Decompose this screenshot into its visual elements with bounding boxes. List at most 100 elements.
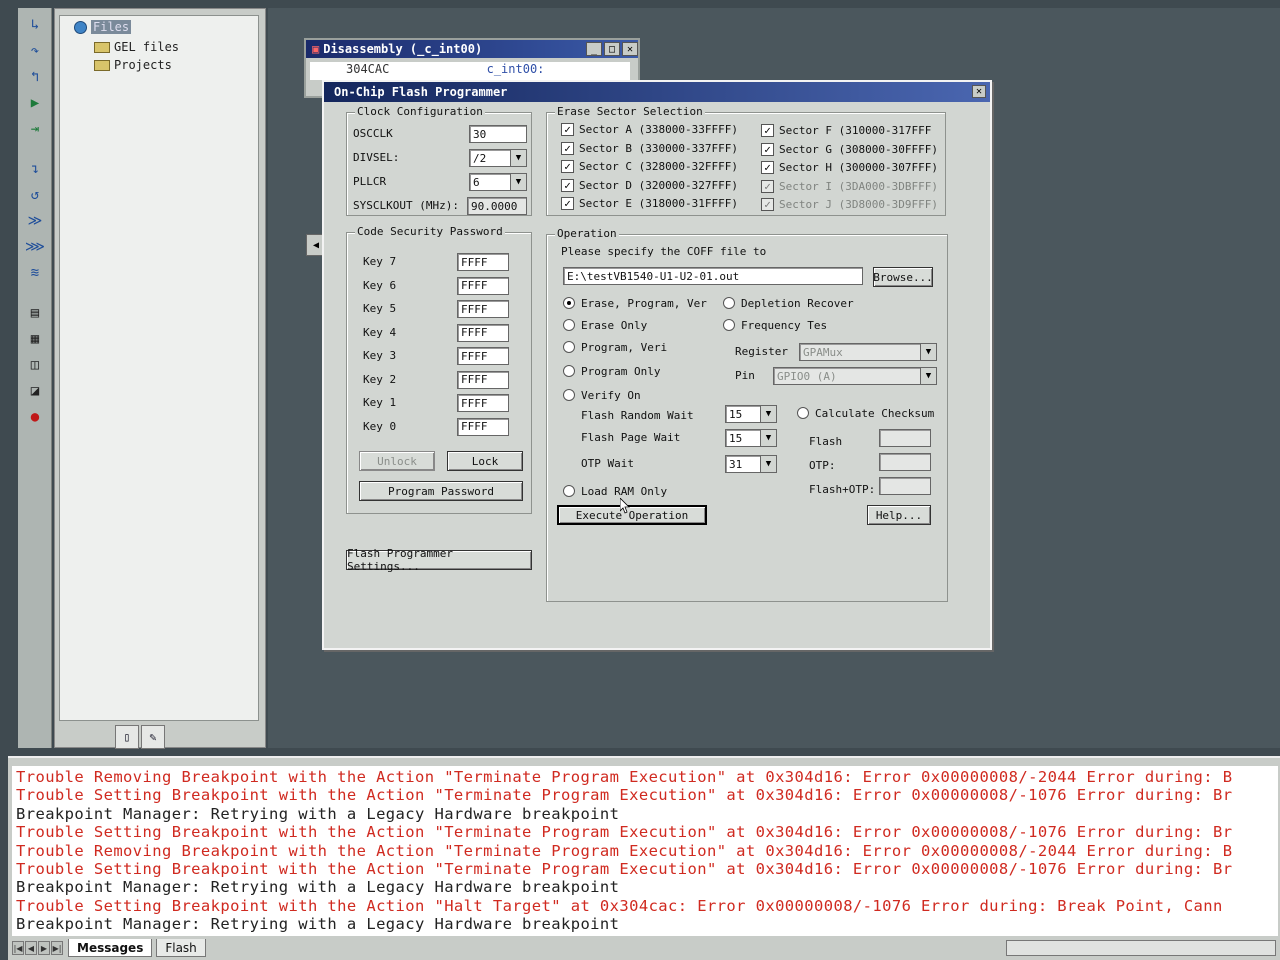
close-icon[interactable]: ✕	[972, 85, 986, 98]
breakpoint-icon[interactable]: ●	[24, 406, 46, 428]
sector-checkbox[interactable]: ✓	[561, 160, 574, 173]
operation-mode-radio[interactable]	[723, 297, 735, 309]
tree-item-label: GEL files	[114, 40, 180, 54]
first-tab-icon[interactable]: |◀	[12, 941, 24, 955]
run-free-icon[interactable]: ≋	[24, 262, 46, 284]
key-input[interactable]: FFFF	[457, 347, 509, 365]
sector-checkbox[interactable]: ✓	[561, 123, 574, 136]
register-label: Register	[735, 345, 788, 358]
prev-tab-icon[interactable]: ◀	[25, 941, 37, 955]
tree-item-projects[interactable]: Projects	[94, 58, 172, 72]
key-input[interactable]: FFFF	[457, 370, 509, 389]
chevron-down-icon[interactable]: ▼	[760, 430, 776, 446]
memory-icon[interactable]: ▤	[24, 302, 46, 324]
divsel-select[interactable]: /2 ▼	[469, 149, 527, 167]
key-input[interactable]: FFFF	[457, 417, 509, 436]
key-input[interactable]: FFFF	[457, 394, 509, 412]
sector-checkbox[interactable]: ✓	[561, 178, 574, 192]
program-password-button[interactable]: Program Password	[359, 481, 523, 501]
flash-page-wait-select[interactable]: 15 ▼	[725, 429, 777, 447]
flash-programmer-dialog: On-Chip Flash Programmer ✕ Clock Configu…	[322, 80, 992, 650]
key-input[interactable]: FFFF	[457, 276, 509, 295]
operation-mode-radio[interactable]	[563, 365, 575, 377]
file-view-icon[interactable]: ▯	[115, 725, 139, 749]
operation-mode-radio[interactable]	[563, 341, 575, 353]
sector-checkbox[interactable]: ✓	[761, 161, 774, 174]
message-log[interactable]: Trouble Removing Breakpoint with the Act…	[12, 766, 1278, 936]
operation-mode-radio[interactable]	[563, 389, 575, 401]
oscclk-label: OSCCLK	[353, 127, 393, 140]
log-line: Trouble Removing Breakpoint with the Act…	[16, 768, 1233, 786]
coff-path-input[interactable]: E:\testVB1540-U1-U2-01.out	[563, 267, 863, 285]
browse-button[interactable]: Browse...	[873, 267, 933, 287]
oscclk-input[interactable]: 30	[469, 125, 527, 143]
register-select[interactable]: GPAMux ▼	[799, 343, 937, 361]
chevron-down-icon[interactable]: ▼	[920, 344, 936, 360]
chevron-down-icon[interactable]: ▼	[510, 150, 526, 166]
chevron-down-icon[interactable]: ▼	[760, 456, 776, 472]
key-input[interactable]: FFFF	[457, 323, 509, 342]
otp-wait-select[interactable]: 31 ▼	[725, 455, 777, 473]
load-ram-radio[interactable]	[563, 485, 575, 497]
divsel-value: /2	[473, 151, 487, 165]
operation-mode-radio[interactable]	[723, 319, 735, 331]
pin-select[interactable]: GPIO0 (A) ▼	[773, 367, 937, 385]
key-input[interactable]: FFFF	[457, 253, 509, 271]
globe-icon	[74, 20, 87, 34]
operation-mode-radio[interactable]	[563, 297, 575, 309]
sector-checkbox[interactable]: ✓	[561, 141, 574, 155]
sector-checkbox[interactable]: ✓	[761, 198, 774, 211]
close-icon[interactable]: ✕	[622, 42, 638, 56]
chevron-down-icon[interactable]: ▼	[760, 406, 776, 422]
chevron-down-icon[interactable]: ▼	[510, 174, 526, 190]
bookmark-view-icon[interactable]: ✎	[141, 725, 165, 749]
horizontal-scrollbar[interactable]	[1006, 940, 1276, 956]
maximize-icon[interactable]: □	[604, 42, 620, 56]
help-button[interactable]: Help...	[867, 505, 931, 525]
lock-button[interactable]: Lock	[447, 451, 523, 471]
flash-settings-button[interactable]: Flash Programmer Settings...	[346, 547, 532, 573]
divsel-label: DIVSEL:	[353, 151, 400, 164]
run-icon[interactable]: ▶	[24, 92, 46, 114]
operation-mode-label: Frequency Tes	[741, 319, 828, 332]
execute-operation-button[interactable]: Execute Operation	[557, 505, 707, 525]
tree-root-files[interactable]: Files	[74, 20, 132, 34]
sector-checkbox[interactable]: ✓	[761, 124, 774, 137]
disassembly-title: Disassembly (_c_int00)	[323, 42, 483, 56]
step-out-icon[interactable]: ↰	[24, 66, 46, 88]
step-over-icon[interactable]: ↷	[24, 40, 46, 62]
multi-run-icon[interactable]: ⋙	[24, 236, 46, 258]
operation-mode-radio[interactable]	[563, 319, 575, 331]
watch-icon[interactable]: ◫	[24, 354, 46, 376]
registers-icon[interactable]: ▦	[24, 328, 46, 350]
step-back-icon[interactable]: ↺	[24, 184, 46, 206]
calc-checksum-label: Calculate Checksum	[815, 407, 935, 420]
dialog-titlebar[interactable]: On-Chip Flash Programmer ✕	[324, 82, 990, 102]
step-into-icon[interactable]: ↳	[24, 14, 46, 36]
pllcr-select[interactable]: 6 ▼	[469, 173, 527, 191]
calc-checksum-radio[interactable]	[797, 407, 809, 419]
next-tab-icon[interactable]: ▶	[38, 941, 50, 955]
tree-item-label: Projects	[114, 58, 172, 72]
flash-checksum-value	[879, 429, 931, 447]
run-to-cursor-icon[interactable]: ⇥	[24, 118, 46, 140]
tree-item-gel-files[interactable]: GEL files	[94, 40, 179, 54]
tab-messages[interactable]: Messages	[68, 939, 153, 957]
last-tab-icon[interactable]: ▶|	[51, 941, 63, 955]
unlock-button[interactable]: Unlock	[359, 451, 435, 471]
sector-checkbox[interactable]: ✓	[761, 142, 774, 156]
graph-icon[interactable]: ◪	[24, 380, 46, 402]
key-input[interactable]: FFFF	[457, 300, 509, 318]
step-asm-icon[interactable]: ↴	[24, 158, 46, 180]
chevron-down-icon[interactable]: ▼	[920, 368, 936, 384]
tab-flash[interactable]: Flash	[156, 939, 206, 957]
pllcr-value: 6	[473, 175, 480, 189]
disassembly-titlebar[interactable]: ▣ Disassembly (_c_int00) _ □ ✕	[306, 40, 638, 58]
flash-random-wait-select[interactable]: 15 ▼	[725, 405, 777, 423]
sector-checkbox[interactable]: ✓	[561, 197, 574, 210]
sector-checkbox[interactable]: ✓	[761, 179, 774, 193]
sector-label: Sector H (300000-307FFF)	[779, 161, 938, 174]
minimize-icon[interactable]: _	[586, 42, 602, 56]
flash-checksum-label: Flash	[809, 435, 843, 448]
animate-icon[interactable]: ≫	[24, 210, 46, 232]
